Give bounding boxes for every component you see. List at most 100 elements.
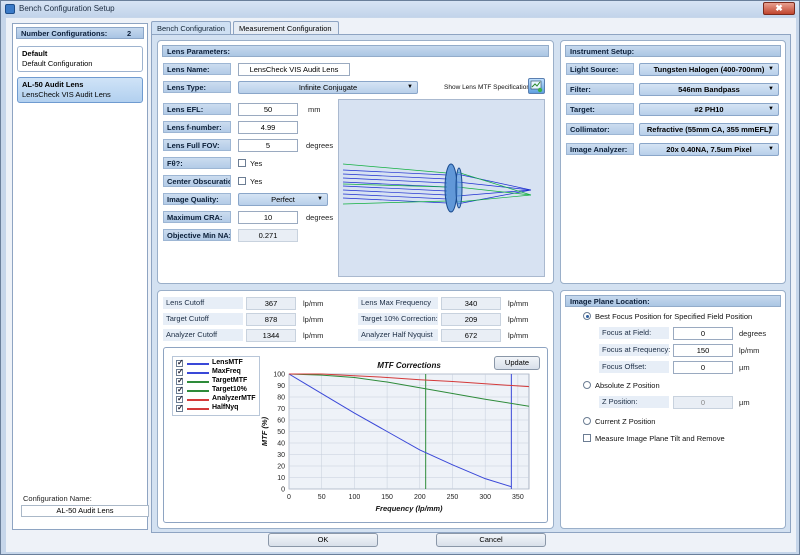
- legend-checkbox[interactable]: [176, 385, 184, 394]
- z-position-input[interactable]: 0: [673, 396, 733, 409]
- lens-fnumber-label: Lens f-number:: [163, 121, 231, 133]
- lens-fov-unit: degrees: [306, 141, 334, 150]
- max-cra-input[interactable]: 10: [238, 211, 298, 224]
- chevron-down-icon: ▼: [317, 196, 323, 202]
- close-icon[interactable]: ✖: [763, 2, 795, 15]
- legend-label: LensMTF: [212, 359, 243, 366]
- lens-cutoff-label: Lens Cutoff: [163, 297, 243, 309]
- x-axis-label: Frequency (lp/mm): [375, 504, 443, 513]
- focus-frequency-input[interactable]: 150: [673, 344, 733, 357]
- config-item-name: Default: [22, 49, 48, 58]
- y-tick-label: 60: [277, 418, 285, 425]
- plot-area: [288, 373, 530, 490]
- legend-label: AnalyzerMTF: [212, 395, 256, 402]
- configurations-label: Number Configurations:: [21, 29, 108, 38]
- legend-checkbox[interactable]: [176, 376, 184, 385]
- ray-blue: [456, 189, 532, 205]
- mtf-chart-panel: LensMTF MaxFreq TargetMTF Target10% Anal…: [163, 347, 548, 523]
- legend-label: TargetMTF: [212, 377, 248, 384]
- lens-cutoff-value: 367: [246, 297, 296, 310]
- cancel-button[interactable]: Cancel: [436, 533, 546, 547]
- filter-dropdown[interactable]: 546nm Bandpass ▼: [639, 83, 779, 96]
- x-tick-label: 350: [512, 494, 524, 501]
- collimator-dropdown[interactable]: Refractive (55mm CA, 355 mmEFL) ▼: [639, 123, 779, 136]
- legend-checkbox[interactable]: [176, 394, 184, 403]
- lens-cutoff-unit: lp/mm: [303, 299, 324, 308]
- lens-efl-unit: mm: [308, 105, 321, 114]
- focus-field-input[interactable]: 0: [673, 327, 733, 340]
- ftheta-checkbox[interactable]: [238, 159, 246, 167]
- lens-fov-input[interactable]: 5: [238, 139, 298, 152]
- lens-max-frequency-unit: lp/mm: [508, 299, 529, 308]
- lens-raytrace-preview: [338, 99, 545, 277]
- chevron-down-icon: ▼: [768, 66, 774, 72]
- legend-swatch: [187, 372, 209, 374]
- lens-type-dropdown[interactable]: Infinite Conjugate ▼: [238, 81, 418, 94]
- lens-type-value: Infinite Conjugate: [298, 83, 358, 92]
- center-obscuration-checkbox[interactable]: [238, 177, 246, 185]
- focus-offset-unit: µm: [739, 363, 750, 372]
- light-source-dropdown[interactable]: Tungsten Halogen (400-700nm) ▼: [639, 63, 779, 76]
- y-tick-label: 80: [277, 395, 285, 402]
- measure-tilt-checkbox[interactable]: [583, 434, 591, 442]
- lens-parameters-header: Lens Parameters:: [162, 45, 549, 57]
- lens-element: [455, 167, 463, 209]
- legend-swatch: [187, 390, 209, 392]
- focus-offset-input[interactable]: 0: [673, 361, 733, 374]
- target-dropdown[interactable]: #2 PH10 ▼: [639, 103, 779, 116]
- chevron-down-icon: ▼: [768, 86, 774, 92]
- target-value: #2 PH10: [694, 105, 724, 114]
- x-tick-label: 200: [414, 494, 426, 501]
- lens-fnumber-input[interactable]: 4.99: [238, 121, 298, 134]
- legend-checkbox[interactable]: [176, 367, 184, 376]
- image-analyzer-dropdown[interactable]: 20x 0.40NA, 7.5um Pixel ▼: [639, 143, 779, 156]
- legend-checkbox[interactable]: [176, 403, 184, 412]
- lens-efl-input[interactable]: 50: [238, 103, 298, 116]
- analyzer-half-nyquist-label: Analyzer Half Nyquist: [358, 329, 438, 341]
- lens-name-label: Lens Name:: [163, 63, 231, 75]
- z-position-label: Z Position:: [599, 396, 669, 408]
- chart-legend: LensMTF MaxFreq TargetMTF Target10% Anal…: [172, 356, 260, 416]
- focus-offset-label: Focus Offset:: [599, 361, 669, 373]
- image-analyzer-label: Image Analyzer:: [566, 143, 634, 155]
- radio-best-focus[interactable]: [583, 312, 591, 320]
- target-cutoff-label: Target Cutoff: [163, 313, 243, 325]
- lens-max-frequency-value: 340: [441, 297, 501, 310]
- center-obscuration-label: Center Obscuration?:: [163, 175, 231, 187]
- legend-swatch: [187, 408, 209, 410]
- legend-checkbox[interactable]: [176, 358, 184, 367]
- chevron-down-icon: ▼: [768, 146, 774, 152]
- tab-measurement-configuration[interactable]: Measurement Configuration: [233, 21, 339, 35]
- focus-frequency-unit: lp/mm: [739, 346, 760, 355]
- legend-swatch: [187, 399, 209, 401]
- radio-absolute-z[interactable]: [583, 381, 591, 389]
- target-correction-unit: lp/mm: [508, 315, 529, 324]
- config-name-input[interactable]: AL-50 Audit Lens: [21, 505, 149, 517]
- x-tick-label: 300: [479, 494, 491, 501]
- filter-value: 546nm Bandpass: [678, 85, 740, 94]
- series-lensmtf: [288, 373, 512, 488]
- series-targetmtf: [288, 373, 530, 407]
- update-button[interactable]: Update: [494, 356, 540, 370]
- config-item-al50[interactable]: AL-50 Audit Lens LensCheck VIS Audit Len…: [17, 77, 143, 103]
- chevron-down-icon: ▼: [768, 106, 774, 112]
- app-icon: [5, 4, 15, 14]
- y-tick-label: 30: [277, 452, 285, 459]
- analyzer-half-nyquist-value: 672: [441, 329, 501, 342]
- radio-current-z[interactable]: [583, 417, 591, 425]
- y-axis-label: MTF (%): [260, 416, 269, 446]
- chevron-down-icon: ▼: [407, 84, 413, 90]
- lens-name-input[interactable]: LensCheck VIS Audit Lens: [238, 63, 350, 76]
- config-item-default[interactable]: Default Default Configuration: [17, 46, 143, 72]
- target-cutoff-value: 878: [246, 313, 296, 326]
- config-item-desc: Default Configuration: [22, 59, 93, 68]
- ftheta-yes-label: Yes: [250, 159, 263, 168]
- legend-label: HalfNyq: [212, 404, 239, 411]
- center-obscuration-yes-label: Yes: [250, 177, 263, 186]
- ray-blue: [342, 177, 448, 184]
- mtf-spec-icon[interactable]: [528, 78, 545, 94]
- instrument-setup-header: Instrument Setup:: [565, 45, 781, 57]
- ok-button[interactable]: OK: [268, 533, 378, 547]
- image-quality-dropdown[interactable]: Perfect ▼: [238, 193, 328, 206]
- lens-efl-label: Lens EFL:: [163, 103, 231, 115]
